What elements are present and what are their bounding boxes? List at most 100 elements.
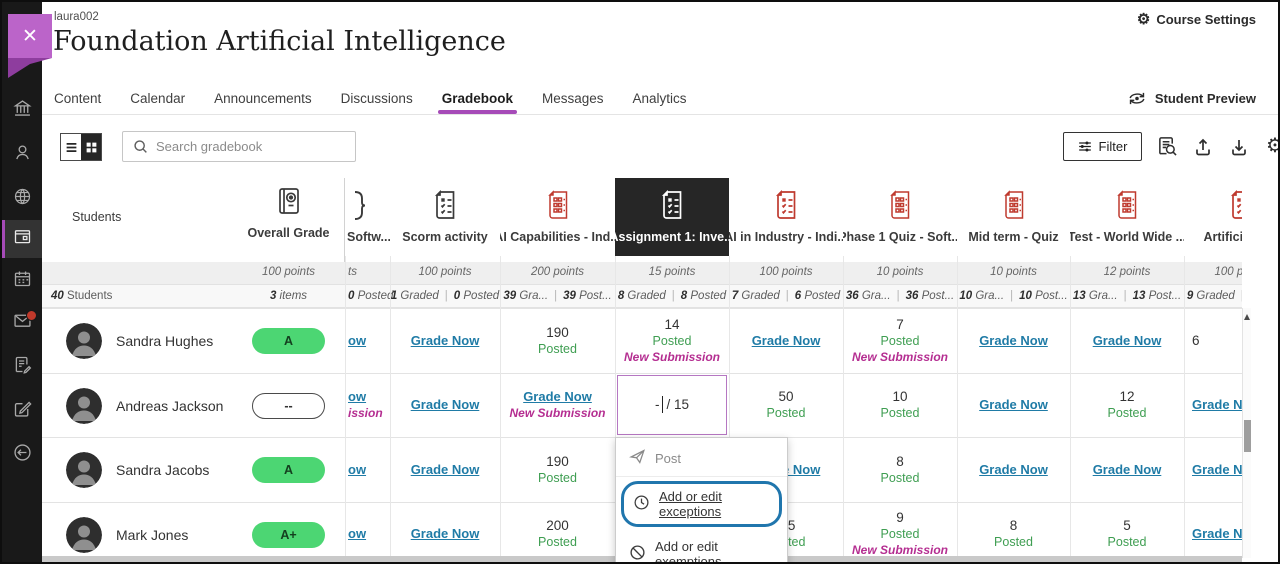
grade-now-link[interactable]: Grade Now [979, 397, 1048, 412]
grade-input-cell[interactable]: -/ 15 [617, 375, 727, 436]
grade-cell-midterm[interactable]: Grade Now [957, 373, 1070, 438]
column-header-phase1[interactable]: Phase 1 Quiz - Soft... [843, 178, 957, 256]
overall-grade-pill[interactable]: A+ [252, 522, 325, 548]
filter-button[interactable]: Filter [1063, 132, 1142, 161]
grade-cell-phase1[interactable]: 10Posted [843, 373, 957, 438]
download-icon[interactable] [1226, 133, 1252, 159]
grade-cell-softw[interactable]: ow [345, 502, 390, 564]
sidebar-item-calendar[interactable] [2, 264, 42, 298]
menu-item-add-or-edit-exceptions[interactable]: Add or edit exceptions [624, 484, 779, 524]
grid-view-button[interactable] [81, 134, 101, 160]
grade-cell-ai-capabilities[interactable]: Grade NowNew Submission [500, 373, 615, 438]
grade-now-link[interactable]: Grade Now [523, 389, 592, 404]
sidebar-item-compose[interactable] [2, 394, 42, 428]
grade-now-link[interactable]: Grade Now [411, 397, 480, 412]
tab-messages[interactable]: Messages [542, 82, 604, 114]
search-input[interactable] [156, 139, 326, 154]
grade-cell-scorm[interactable]: Grade Now [390, 502, 500, 564]
grade-now-link[interactable]: Grade Now [1192, 462, 1242, 477]
grade-cell-artificial[interactable]: Grade Now [1184, 373, 1242, 438]
grade-cell-scorm[interactable]: Grade Now [390, 437, 500, 502]
grade-cell-test[interactable]: 12Posted [1070, 373, 1184, 438]
grade-cell-test[interactable]: Grade Now [1070, 437, 1184, 502]
column-header-test[interactable]: Test - World Wide ... [1070, 178, 1184, 256]
menu-item-post[interactable]: Post [616, 440, 787, 477]
grade-cell-ai-capabilities[interactable]: 190Posted [500, 308, 615, 373]
grade-now-link[interactable]: ow [348, 333, 366, 348]
grade-cell-phase1[interactable]: 7PostedNew Submission [843, 308, 957, 373]
column-header-ai-capabilities[interactable]: AI Capabilities - Ind... [500, 178, 615, 256]
grade-now-link[interactable]: Grade Now [1192, 397, 1242, 412]
list-view-button[interactable] [61, 134, 81, 160]
column-header-scorm[interactable]: Scorm activity [390, 178, 500, 256]
grade-cell-phase1[interactable]: 9PostedNew Submission [843, 502, 957, 564]
view-toggle [60, 133, 102, 161]
tab-gradebook[interactable]: Gradebook [442, 82, 513, 114]
sidebar-item-grades[interactable] [2, 350, 42, 384]
grade-cell-midterm[interactable]: 8Posted [957, 502, 1070, 564]
upload-icon[interactable] [1190, 133, 1216, 159]
menu-item-add-or-edit-exemptions[interactable]: Add or edit exemptions [616, 531, 787, 564]
grade-cell-softw[interactable]: ow [345, 308, 390, 373]
document-search-icon[interactable] [1154, 133, 1180, 159]
grade-cell-artificial[interactable]: 6 [1184, 308, 1242, 373]
overall-grade-pill[interactable]: -- [252, 393, 325, 419]
grade-now-link[interactable]: Grade Now [979, 462, 1048, 477]
course-settings-label: Course Settings [1156, 12, 1256, 27]
grade-now-link[interactable]: Grade Now [1192, 526, 1242, 541]
grade-cell-phase1[interactable]: 8Posted [843, 437, 957, 502]
grade-now-link[interactable]: Grade Now [1093, 462, 1162, 477]
grade-cell-artificial[interactable]: Grade Now [1184, 437, 1242, 502]
grade-now-link[interactable]: ow [348, 389, 366, 404]
overall-grade-pill[interactable]: A [252, 457, 325, 483]
scroll-up-arrow[interactable] [1244, 314, 1250, 320]
grade-cell-softw[interactable]: ow [345, 437, 390, 502]
grade-cell-ai-capabilities[interactable]: 200Posted [500, 502, 615, 564]
sidebar-item-globe[interactable] [2, 182, 42, 216]
grade-cell-ai-industry[interactable]: 50Posted [729, 373, 843, 438]
tab-announcements[interactable]: Announcements [214, 82, 312, 114]
grade-cell-midterm[interactable]: Grade Now [957, 308, 1070, 373]
grade-now-link[interactable]: Grade Now [411, 526, 480, 541]
grade-cell-test[interactable]: Grade Now [1070, 308, 1184, 373]
grade-now-link[interactable]: Grade Now [411, 333, 480, 348]
grade-now-link[interactable]: Grade Now [1093, 333, 1162, 348]
grade-cell-scorm[interactable]: Grade Now [390, 308, 500, 373]
grade-cell-softw[interactable]: owission [345, 373, 390, 438]
vertical-scrollbar[interactable] [1242, 308, 1251, 558]
grade-cell-scorm[interactable]: Grade Now [390, 373, 500, 438]
grade-cell-ai-capabilities[interactable]: 190Posted [500, 437, 615, 502]
grade-cell-artificial[interactable]: Grade Now [1184, 502, 1242, 564]
tab-discussions[interactable]: Discussions [341, 82, 413, 114]
grade-cell-midterm[interactable]: Grade Now [957, 437, 1070, 502]
sidebar-item-institution[interactable] [2, 94, 42, 128]
student-preview-button[interactable]: Student Preview [1126, 82, 1256, 114]
grade-now-link[interactable]: ow [348, 462, 366, 477]
grade-cell-ai-industry[interactable]: Grade Now [729, 308, 843, 373]
gear-icon[interactable]: ⚙ [1262, 133, 1280, 159]
column-header-artificial[interactable]: Artificial In... [1184, 178, 1242, 256]
sidebar-item-courses[interactable] [2, 220, 42, 258]
grade-now-link[interactable]: Grade Now [979, 333, 1048, 348]
overall-grade-pill[interactable]: A [252, 328, 325, 354]
column-label: Artificial In... [1203, 230, 1242, 244]
course-settings-button[interactable]: ⚙ Course Settings [1137, 12, 1256, 27]
tab-calendar[interactable]: Calendar [130, 82, 185, 114]
grade-cell-test[interactable]: 5Posted [1070, 502, 1184, 564]
sidebar-item-messages[interactable] [2, 306, 42, 340]
scroll-thumb[interactable] [1244, 420, 1251, 452]
grade-now-link[interactable]: Grade Now [752, 333, 821, 348]
tab-content[interactable]: Content [54, 82, 101, 114]
column-header-assignment1[interactable]: Assignment 1: Inve... [615, 178, 729, 256]
sidebar-item-profile[interactable] [2, 138, 42, 172]
grade-cell-assignment1[interactable]: 14PostedNew Submission [615, 308, 729, 373]
tab-analytics[interactable]: Analytics [633, 82, 687, 114]
grade-now-link[interactable]: ow [348, 526, 366, 541]
column-header-midterm[interactable]: Mid term - Quiz [957, 178, 1070, 256]
column-header-softw[interactable]: Softw... [345, 178, 390, 256]
column-header-overall-grade[interactable]: Overall Grade [232, 186, 345, 240]
column-header-ai-industry[interactable]: AI in Industry - Indi... [729, 178, 843, 256]
grade-now-link[interactable]: Grade Now [411, 462, 480, 477]
close-course-button[interactable]: ✕ [8, 14, 52, 58]
sidebar-item-sign-out[interactable] [2, 438, 42, 472]
